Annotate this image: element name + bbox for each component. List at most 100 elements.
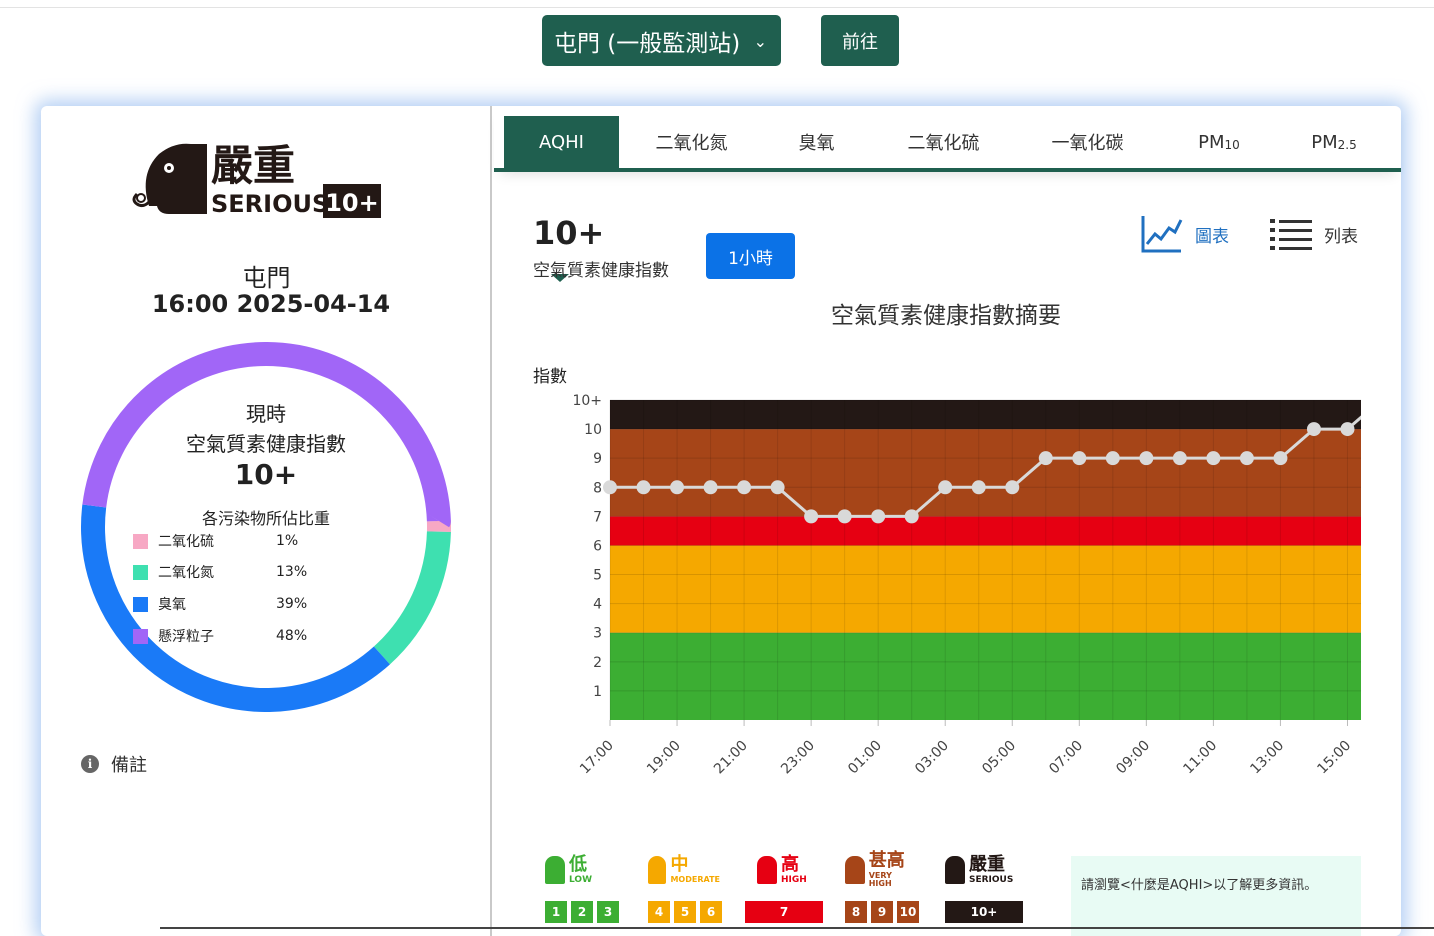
level-en: SERIOUS (211, 190, 329, 218)
band-number: 4 (648, 901, 670, 923)
aqhi-data-point[interactable] (1172, 451, 1187, 466)
band-number: 3 (597, 901, 619, 923)
x-tick-label: 07:00 (1046, 738, 1086, 778)
aqhi-data-point[interactable] (1072, 451, 1087, 466)
band-zh: 嚴重 (969, 853, 1005, 875)
band-moderate: 中 MODERATE 4 5 6 (644, 851, 724, 931)
band-number: 6 (700, 901, 722, 923)
x-tick-label: 09:00 (1113, 738, 1153, 778)
band-number: 1 (545, 901, 567, 923)
aqhi-band (610, 400, 1361, 430)
chart-view-label: 圖表 (1195, 226, 1229, 247)
aqhi-data-point[interactable] (670, 480, 685, 495)
chart-view-button[interactable]: 圖表 (1141, 214, 1229, 254)
band-low: 低 LOW 1 2 3 (541, 851, 621, 931)
x-tick-label: 05:00 (979, 738, 1019, 778)
go-button[interactable]: 前往 (821, 15, 899, 66)
legend-row-no2: 二氧化氮 13% (133, 562, 307, 582)
donut-title-line2: 空氣質素健康指數 (186, 432, 346, 456)
aqhi-data-point[interactable] (904, 509, 919, 524)
current-aqhi-label: 空氣質素健康指數 (533, 261, 669, 281)
x-tick-label: 11:00 (1180, 738, 1220, 778)
level-zh: 嚴重 (211, 141, 295, 190)
aqhi-data-point[interactable] (837, 509, 852, 524)
y-tick-label: 4 (593, 597, 602, 613)
x-tick-label: 15:00 (1314, 738, 1354, 778)
face-icon (648, 856, 667, 884)
band-zh: 中 (670, 854, 689, 875)
aqhi-data-point[interactable] (804, 509, 819, 524)
x-tick-label: 21:00 (711, 738, 751, 778)
aqhi-band (610, 516, 1361, 546)
band-en: LOW (569, 874, 592, 885)
y-tick-label: 1 (593, 684, 602, 700)
tab-label: 二氧化氮 (655, 133, 728, 154)
tab-aqhi[interactable]: AQHI (504, 116, 619, 168)
aqhi-data-point[interactable] (938, 480, 953, 495)
legend-swatch (133, 628, 148, 644)
station-select[interactable]: 屯門 (一般監測站) ⌄ (542, 15, 781, 66)
band-number: 7 (745, 901, 823, 923)
tab-so2[interactable]: 二氧化硫 (886, 116, 1001, 168)
list-view-button[interactable]: 列表 (1270, 218, 1358, 250)
notes-link[interactable]: i 備註 (81, 751, 147, 777)
band-logo: 低 LOW (545, 851, 617, 889)
aqhi-data-point[interactable] (1340, 422, 1355, 437)
legend-row-o3: 臭氧 39% (133, 594, 307, 614)
tab-o3[interactable]: 臭氧 (764, 116, 869, 168)
pollutant-tabs: AQHI 二氧化氮 臭氧 二氧化硫 一氧化碳 PM 10 PM 2.5 (494, 106, 1401, 172)
station-select-value: 屯門 (一般監測站) (554, 30, 741, 57)
legend-name: 懸浮粒子 (158, 629, 214, 645)
aqhi-data-point[interactable] (971, 480, 986, 495)
band-number: 5 (674, 901, 696, 923)
tab-label: 一氧化碳 (1051, 133, 1124, 154)
aqhi-data-point[interactable] (1139, 451, 1154, 466)
aqhi-line-chart: 1 2 3 4 5 6 7 8 9 10 10+ 17:00 19:00 21:00 23:00 01:00 0… (572, 393, 1361, 778)
band-logo: 甚高 VERY HIGH (845, 851, 917, 889)
aqhi-data-point[interactable] (1038, 451, 1053, 466)
band-numbers: 4 5 6 (648, 901, 722, 923)
aqhi-data-point[interactable] (1273, 451, 1288, 466)
tab-no2[interactable]: 二氧化氮 (634, 116, 749, 168)
donut-subtitle: 各污染物所佔比重 (201, 509, 330, 528)
aqhi-data-point[interactable] (1105, 451, 1120, 466)
tab-pm25[interactable]: PM 2.5 (1284, 116, 1384, 168)
aqhi-info-link[interactable]: 請瀏覽<什麼是AQHI>以了解更多資訊。 (1071, 856, 1361, 936)
band-serious: 嚴重 SERIOUS 10+ (941, 851, 1023, 931)
top-divider (0, 7, 1434, 8)
aqhi-data-point[interactable] (737, 480, 752, 495)
chart-title: 空氣質素健康指數摘要 (831, 303, 1061, 329)
aqhi-data-point[interactable] (703, 480, 718, 495)
aqhi-data-point[interactable] (603, 480, 617, 495)
y-tick-label: 8 (593, 480, 602, 496)
aqhi-data-point[interactable] (871, 509, 886, 524)
band-numbers: 10+ (945, 901, 1023, 923)
x-tick-label: 23:00 (778, 738, 818, 778)
band-high: 高 HIGH 7 (741, 851, 823, 931)
band-zh: 高 (781, 853, 799, 875)
one-hour-button[interactable]: 1小時 (706, 233, 795, 279)
band-numbers: 8 9 10 (845, 901, 919, 923)
y-tick-label: 3 (593, 626, 602, 642)
tab-label: PM (1311, 131, 1338, 153)
aqhi-data-point[interactable] (1239, 451, 1254, 466)
aqhi-data-point[interactable] (1306, 422, 1321, 437)
aqhi-band (610, 632, 1361, 720)
notes-label: 備註 (111, 755, 147, 776)
list-icon (1270, 219, 1312, 250)
tab-pm10[interactable]: PM 10 (1174, 116, 1264, 168)
x-tick-label: 13:00 (1247, 738, 1287, 778)
band-en: HIGH (781, 874, 807, 885)
x-tick-label: 03:00 (912, 738, 952, 778)
y-tick-label: 2 (593, 655, 602, 671)
current-panel: 嚴重 SERIOUS 10+ 屯門 16:00 2025-04-14 現時 空氣… (41, 106, 492, 936)
legend-row-so2: 二氧化硫 1% (133, 531, 298, 551)
aqhi-data-point[interactable] (770, 480, 785, 495)
legend-swatch (133, 564, 148, 580)
tab-co[interactable]: 一氧化碳 (1030, 116, 1145, 168)
y-tick-label: 7 (593, 509, 602, 525)
aqhi-data-point[interactable] (1206, 451, 1221, 466)
aqhi-data-point[interactable] (1005, 480, 1020, 495)
aqhi-data-point[interactable] (636, 480, 651, 495)
y-tick-label: 10+ (572, 393, 602, 409)
